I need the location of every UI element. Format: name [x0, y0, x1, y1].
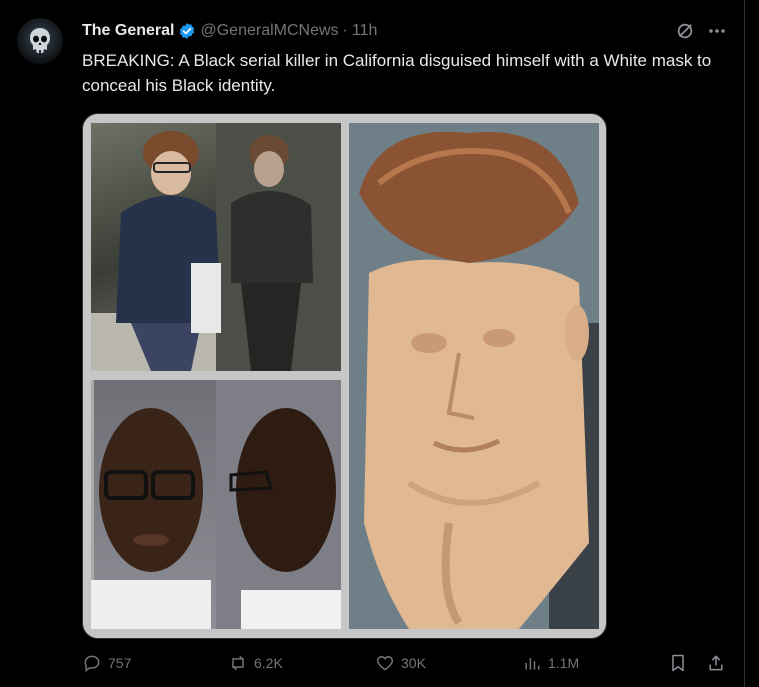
post-media[interactable]	[82, 113, 607, 639]
share-button[interactable]	[706, 653, 726, 673]
user-handle[interactable]: @GeneralMCNews	[200, 22, 338, 40]
post-header: The General @GeneralMCNews · 11h	[82, 20, 377, 42]
post-actions: 757 6.2K 30K 1.1M	[82, 650, 727, 676]
reply-icon	[84, 655, 100, 672]
photo-silicone-mask	[349, 123, 599, 629]
like-button[interactable]: 30K	[375, 653, 426, 673]
post-timestamp[interactable]: 11h	[352, 22, 378, 40]
repost-icon	[232, 655, 244, 671]
separator-dot: ·	[342, 22, 348, 39]
post-card[interactable]: The General @GeneralMCNews · 11h BREAKIN…	[0, 0, 745, 687]
skull-logo-icon	[30, 28, 50, 53]
heart-icon	[376, 655, 394, 671]
grok-icon[interactable]	[676, 22, 694, 40]
photo-mugshot	[91, 380, 341, 629]
more-dots-icon[interactable]	[707, 22, 727, 40]
bookmark-button[interactable]	[668, 653, 688, 673]
views-count: 1.1M	[548, 655, 580, 671]
share-icon	[709, 655, 723, 671]
views-button[interactable]: 1.1M	[522, 653, 579, 673]
reply-count: 757	[108, 655, 132, 671]
verified-badge-icon	[180, 23, 195, 39]
repost-button[interactable]: 6.2K	[228, 653, 283, 673]
like-count: 30K	[401, 655, 426, 671]
repost-count: 6.2K	[254, 655, 283, 671]
views-chart-icon	[525, 658, 540, 670]
photo-masked-man-walking	[91, 123, 341, 371]
reply-button[interactable]: 757	[82, 653, 131, 673]
avatar[interactable]	[17, 18, 63, 64]
display-name[interactable]: The General	[82, 22, 174, 40]
post-text: BREAKING: A Black serial killer in Calif…	[82, 51, 712, 95]
bookmark-icon	[672, 654, 684, 672]
